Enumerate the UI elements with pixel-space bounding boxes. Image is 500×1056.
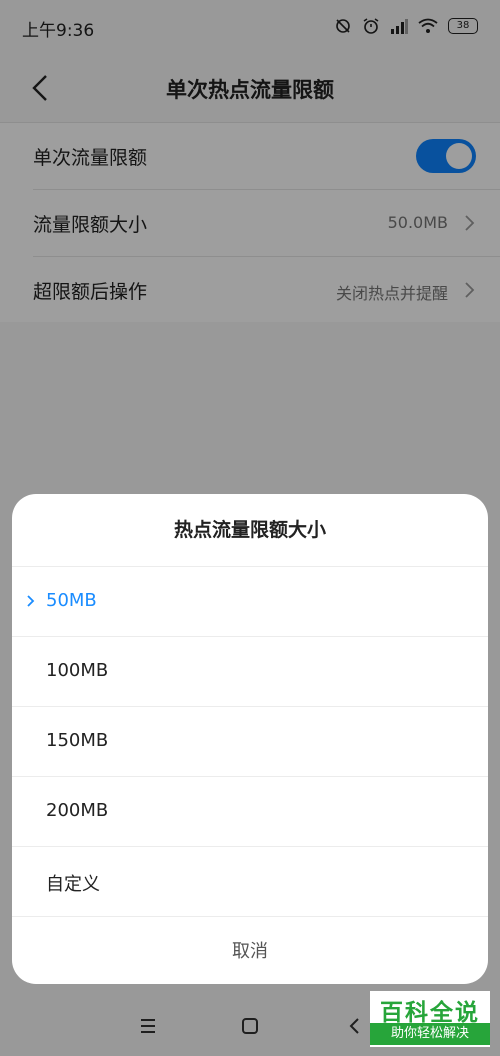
option-150mb[interactable]: 150MB <box>12 707 488 777</box>
watermark-title: 百科全说 <box>380 1000 480 1026</box>
option-100mb[interactable]: 100MB <box>12 637 488 707</box>
cancel-button[interactable]: 取消 <box>12 917 488 984</box>
option-label: 150MB <box>46 730 109 751</box>
dialog-title: 热点流量限额大小 <box>12 494 488 567</box>
option-custom[interactable]: 自定义 <box>12 847 488 917</box>
option-label: 100MB <box>46 660 109 681</box>
watermark-logo: 百科全说 助你轻松解决 <box>370 991 490 1047</box>
option-50mb[interactable]: 50MB <box>12 567 488 637</box>
watermark-subtitle: 助你轻松解决 <box>370 1023 490 1045</box>
option-200mb[interactable]: 200MB <box>12 777 488 847</box>
limit-size-dialog: 热点流量限额大小 50MB 100MB 150MB 200MB 自定义 取消 <box>12 494 488 984</box>
option-label: 200MB <box>46 800 109 821</box>
selected-check-icon <box>27 595 35 607</box>
option-label: 自定义 <box>46 874 100 895</box>
option-label: 50MB <box>46 590 97 611</box>
